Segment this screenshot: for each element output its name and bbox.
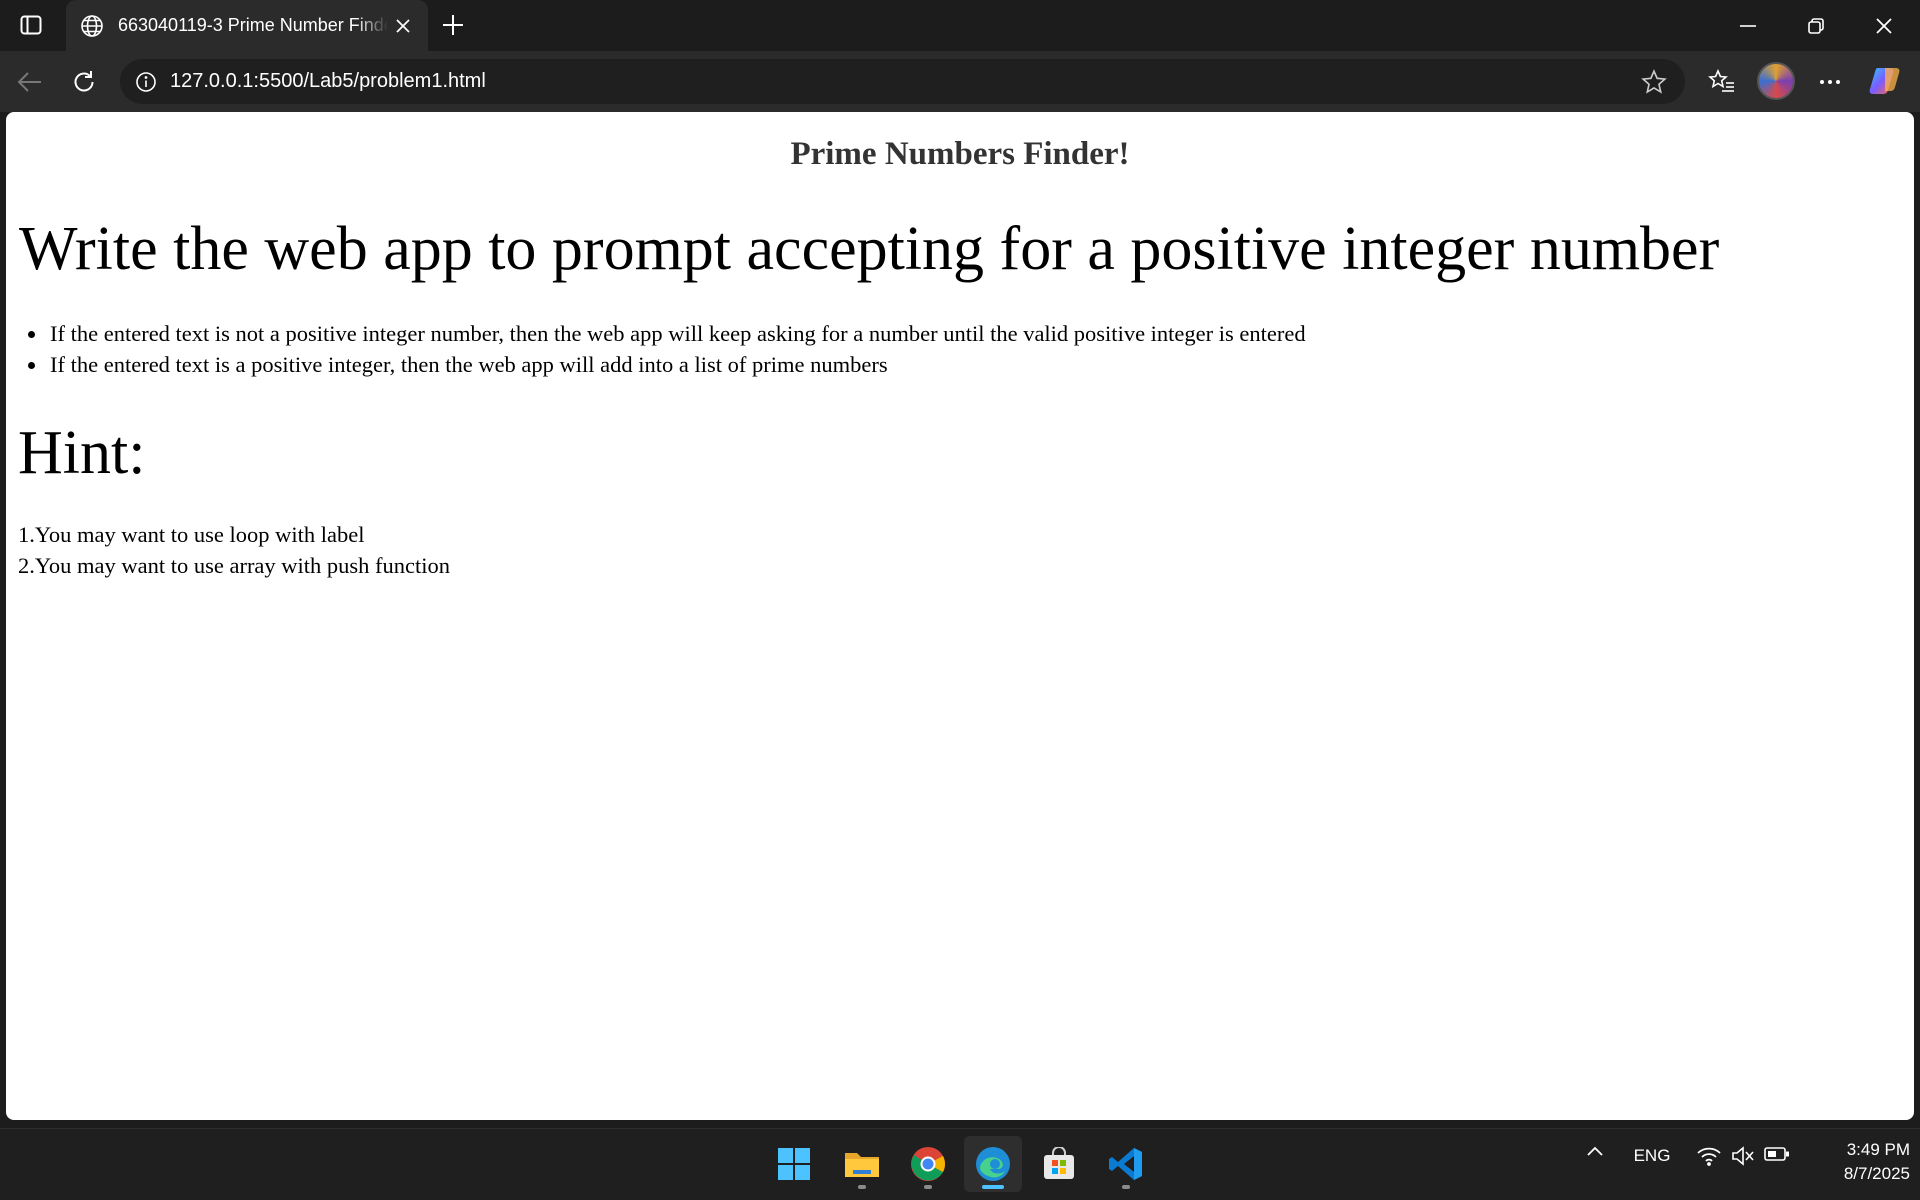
profile-avatar[interactable] [1757,62,1795,100]
globe-icon [78,12,106,40]
refresh-icon[interactable] [64,63,104,101]
system-clock[interactable]: 3:49 PM 8/7/2025 [1800,1138,1910,1186]
running-indicator [858,1185,866,1189]
microsoft-store-icon[interactable] [1030,1136,1088,1192]
list-item: If the entered text is not a positive in… [48,318,1306,349]
hint-line: 2.You may want to use array with push fu… [18,553,451,578]
file-explorer-icon[interactable] [833,1136,891,1192]
active-indicator [982,1185,1004,1189]
copilot-icon[interactable] [1868,63,1904,99]
close-window-icon[interactable] [1850,0,1918,51]
back-icon[interactable] [10,63,50,101]
running-indicator [1122,1185,1130,1189]
restore-icon[interactable] [1782,0,1850,51]
wifi-icon[interactable] [1694,1146,1724,1166]
page-title: Prime Numbers Finder! [790,136,1130,172]
minimize-icon[interactable] [1714,0,1782,51]
favorites-icon[interactable] [1702,63,1742,101]
requirements-list: If the entered text is not a positive in… [48,318,1306,380]
task-heading: Write the web app to prompt accepting fo… [19,215,1720,283]
info-icon[interactable] [130,66,162,98]
vscode-icon[interactable] [1097,1136,1155,1192]
clock-time: 3:49 PM [1846,1140,1910,1159]
chrome-icon[interactable] [899,1136,957,1192]
language-indicator[interactable]: ENG [1628,1146,1676,1166]
browser-tab[interactable]: 663040119-3 Prime Number Finder [66,0,428,51]
clock-date: 8/7/2025 [1843,1164,1910,1183]
page-viewport: Prime Numbers Finder! Write the web app … [6,112,1914,1120]
running-indicator [924,1185,932,1189]
battery-icon[interactable] [1762,1146,1792,1162]
new-tab-plus-icon[interactable] [436,8,470,42]
hint-heading: Hint: [18,419,146,487]
chevron-up-icon[interactable] [1580,1146,1610,1156]
close-tab-icon[interactable] [390,13,416,39]
windows-start-icon[interactable] [765,1136,823,1192]
address-bar[interactable]: 127.0.0.1:5500/Lab5/problem1.html [120,59,1685,104]
url-text[interactable]: 127.0.0.1:5500/Lab5/problem1.html [170,70,486,93]
volume-muted-icon[interactable] [1728,1146,1758,1166]
list-item: If the entered text is a positive intege… [48,349,1306,380]
sidebar-toggle-icon[interactable] [14,10,48,40]
browser-titlebar: 663040119-3 Prime Number Finder [0,0,1920,51]
more-icon[interactable] [1810,63,1850,101]
edge-icon[interactable] [964,1136,1022,1192]
tab-title: 663040119-3 Prime Number Finder [118,15,388,35]
hint-line: 1.You may want to use loop with label [18,522,365,547]
star-icon[interactable] [1637,65,1671,99]
